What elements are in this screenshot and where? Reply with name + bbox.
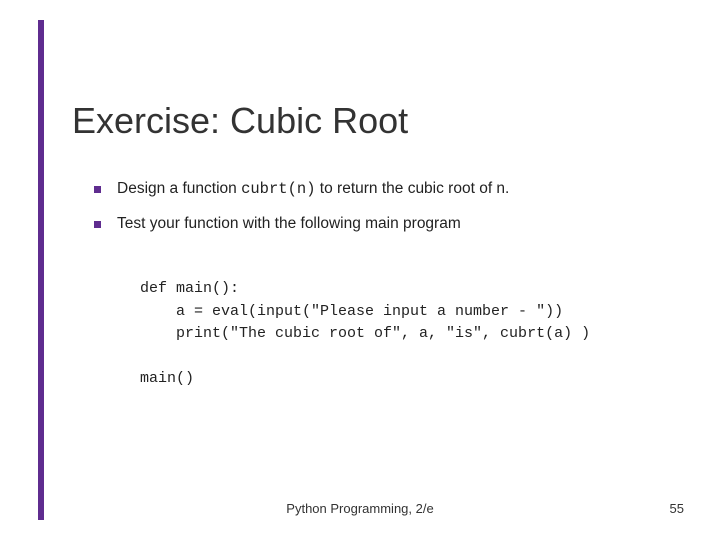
page-number: 55 (670, 501, 684, 516)
bullet-pre: Design a function (117, 180, 241, 197)
slide: Exercise: Cubic Root Design a function c… (0, 0, 720, 540)
slide-title: Exercise: Cubic Root (72, 100, 408, 142)
bullet-list: Design a function cubrt(n) to return the… (94, 178, 654, 247)
bullet-icon (94, 186, 101, 193)
bullet-text: Design a function cubrt(n) to return the… (117, 178, 509, 201)
bullet-pre: Test your function with the following ma… (117, 215, 461, 232)
footer-center: Python Programming, 2/e (0, 501, 720, 516)
list-item: Test your function with the following ma… (94, 213, 654, 236)
bullet-post: to return the cubic root of n. (316, 180, 510, 197)
bullet-code: cubrt(n) (241, 180, 315, 198)
bullet-text: Test your function with the following ma… (117, 213, 461, 236)
list-item: Design a function cubrt(n) to return the… (94, 178, 654, 201)
accent-bar (38, 20, 44, 520)
bullet-icon (94, 221, 101, 228)
code-block: def main(): a = eval(input("Please input… (140, 278, 590, 391)
